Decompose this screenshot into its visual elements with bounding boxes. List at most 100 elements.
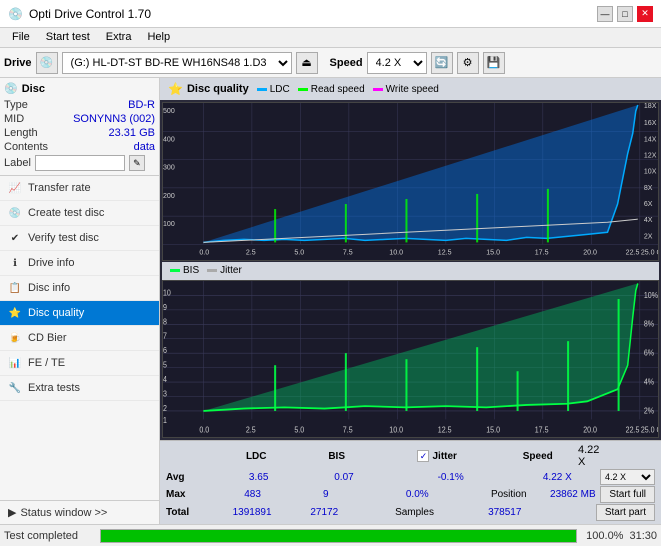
start-part-button[interactable]: Start part [596,504,655,521]
disc-panel: 💿 Disc Type BD-R MID SONYNN3 (002) Lengt… [0,78,159,176]
avg-jitter: -0.1% [387,472,515,483]
speed-select[interactable]: 4.2 X [367,52,427,74]
svg-text:10: 10 [163,287,171,297]
nav-items: 📈 Transfer rate 💿 Create test disc ✔ Ver… [0,176,159,500]
drive-bar: Drive 💿 (G:) HL-DT-ST BD-RE WH16NS48 1.D… [0,48,661,78]
svg-text:7.5: 7.5 [343,425,353,435]
drive-select[interactable]: (G:) HL-DT-ST BD-RE WH16NS48 1.D3 [62,52,292,74]
start-full-button[interactable]: Start full [600,486,655,503]
samples-value: 378517 [469,507,541,518]
bis-color-dot [170,269,180,272]
disc-quality-header: ⭐ Disc quality LDC Read speed Write spee… [160,78,661,100]
menu-file[interactable]: File [4,30,38,45]
transfer-rate-icon: 📈 [8,181,22,195]
svg-text:10%: 10% [644,290,658,300]
nav-transfer-rate[interactable]: 📈 Transfer rate [0,176,159,201]
nav-disc-info[interactable]: 📋 Disc info [0,276,159,301]
svg-text:10.0: 10.0 [389,250,403,257]
create-test-disc-icon: 💿 [8,206,22,220]
close-button[interactable]: ✕ [637,6,653,22]
speed-select-stat[interactable]: 4.2 X [600,469,655,485]
fe-te-icon: 📊 [8,356,22,370]
speed-icon-3[interactable]: 💾 [483,52,505,74]
nav-fe-te[interactable]: 📊 FE / TE [0,351,159,376]
position-label: Position [472,489,545,500]
svg-text:0.0: 0.0 [199,425,209,435]
svg-text:400: 400 [163,136,175,143]
jitter-checkbox[interactable]: ✓ [417,450,429,462]
menu-help[interactable]: Help [139,30,178,45]
svg-text:8X: 8X [644,185,653,192]
speed-icon-1[interactable]: 🔄 [431,52,453,74]
app-title: Opti Drive Control 1.70 [29,7,151,21]
svg-text:18X: 18X [644,103,657,110]
menu-bar: File Start test Extra Help [0,28,661,48]
jitter-header: Jitter [432,451,456,462]
svg-text:6X: 6X [644,201,653,208]
svg-text:4X: 4X [644,217,653,224]
disc-quality-icon: ⭐ [8,306,22,320]
length-label: Length [4,127,38,139]
svg-text:200: 200 [163,193,175,200]
total-label: Total [166,507,216,518]
svg-text:6%: 6% [644,348,654,358]
nav-create-test-disc-label: Create test disc [28,207,104,219]
nav-create-test-disc[interactable]: 💿 Create test disc [0,201,159,226]
nav-disc-info-label: Disc info [28,282,70,294]
jitter-header-group: ✓ Jitter [377,450,498,462]
ldc-label: LDC [270,84,290,95]
write-color-dot [373,88,383,91]
eject-button[interactable]: ⏏ [296,52,318,74]
status-window-button[interactable]: ▶ Status window >> [0,500,159,524]
nav-drive-info[interactable]: ℹ Drive info [0,251,159,276]
svg-text:5: 5 [163,360,167,370]
nav-verify-test-disc[interactable]: ✔ Verify test disc [0,226,159,251]
svg-text:500: 500 [163,108,175,115]
svg-text:4: 4 [163,374,168,384]
svg-text:2.5: 2.5 [246,250,256,257]
label-label: Label [4,157,31,169]
status-window-label: Status window >> [20,507,107,519]
svg-text:20.0: 20.0 [583,250,597,257]
speed-label: Speed [330,57,363,69]
minimize-button[interactable]: — [597,6,613,22]
extra-tests-icon: 🔧 [8,381,22,395]
nav-cd-bier[interactable]: 🍺 CD Bier [0,326,159,351]
svg-text:5.0: 5.0 [294,250,304,257]
nav-disc-quality[interactable]: ⭐ Disc quality [0,301,159,326]
label-edit-button[interactable]: ✎ [129,155,145,171]
progress-percent: 100.0% [583,530,623,542]
maximize-button[interactable]: □ [617,6,633,22]
progress-bar-fill [101,530,576,542]
svg-text:17.5: 17.5 [535,425,549,435]
ldc-chart-svg: 18X 16X 14X 12X 10X 8X 6X 4X 2X 500 400 … [163,103,658,260]
speed-icon-2[interactable]: ⚙ [457,52,479,74]
nav-extra-tests[interactable]: 🔧 Extra tests [0,376,159,401]
svg-text:10.0: 10.0 [389,425,403,435]
svg-text:4%: 4% [644,376,654,386]
bis-jitter-legend: BIS Jitter [162,262,659,280]
disc-quality-title: Disc quality [187,83,249,95]
read-color-dot [298,88,308,91]
total-bis: 27172 [288,507,360,518]
nav-cd-bier-label: CD Bier [28,332,67,344]
svg-text:12.5: 12.5 [438,250,452,257]
nav-verify-test-disc-label: Verify test disc [28,232,99,244]
svg-text:2: 2 [163,403,167,413]
menu-start-test[interactable]: Start test [38,30,98,45]
nav-extra-tests-label: Extra tests [28,382,80,394]
drive-label: Drive [4,57,32,69]
drive-info-icon: ℹ [8,256,22,270]
svg-text:12X: 12X [644,153,657,160]
bis-chart-container: 10% 8% 6% 4% 2% 10 9 8 7 6 5 4 3 2 1 [162,280,659,438]
svg-text:15.0: 15.0 [486,425,500,435]
label-input[interactable] [35,155,125,171]
bis-label: BIS [183,265,199,276]
avg-label: Avg [166,472,216,483]
avg-ldc: 3.65 [216,472,301,483]
svg-text:25.0 GB: 25.0 GB [641,425,658,435]
svg-text:8: 8 [163,316,167,326]
menu-extra[interactable]: Extra [98,30,140,45]
total-row: Total 1391891 27172 Samples 378517 Start… [166,504,655,521]
legend-bis: BIS [170,265,199,276]
